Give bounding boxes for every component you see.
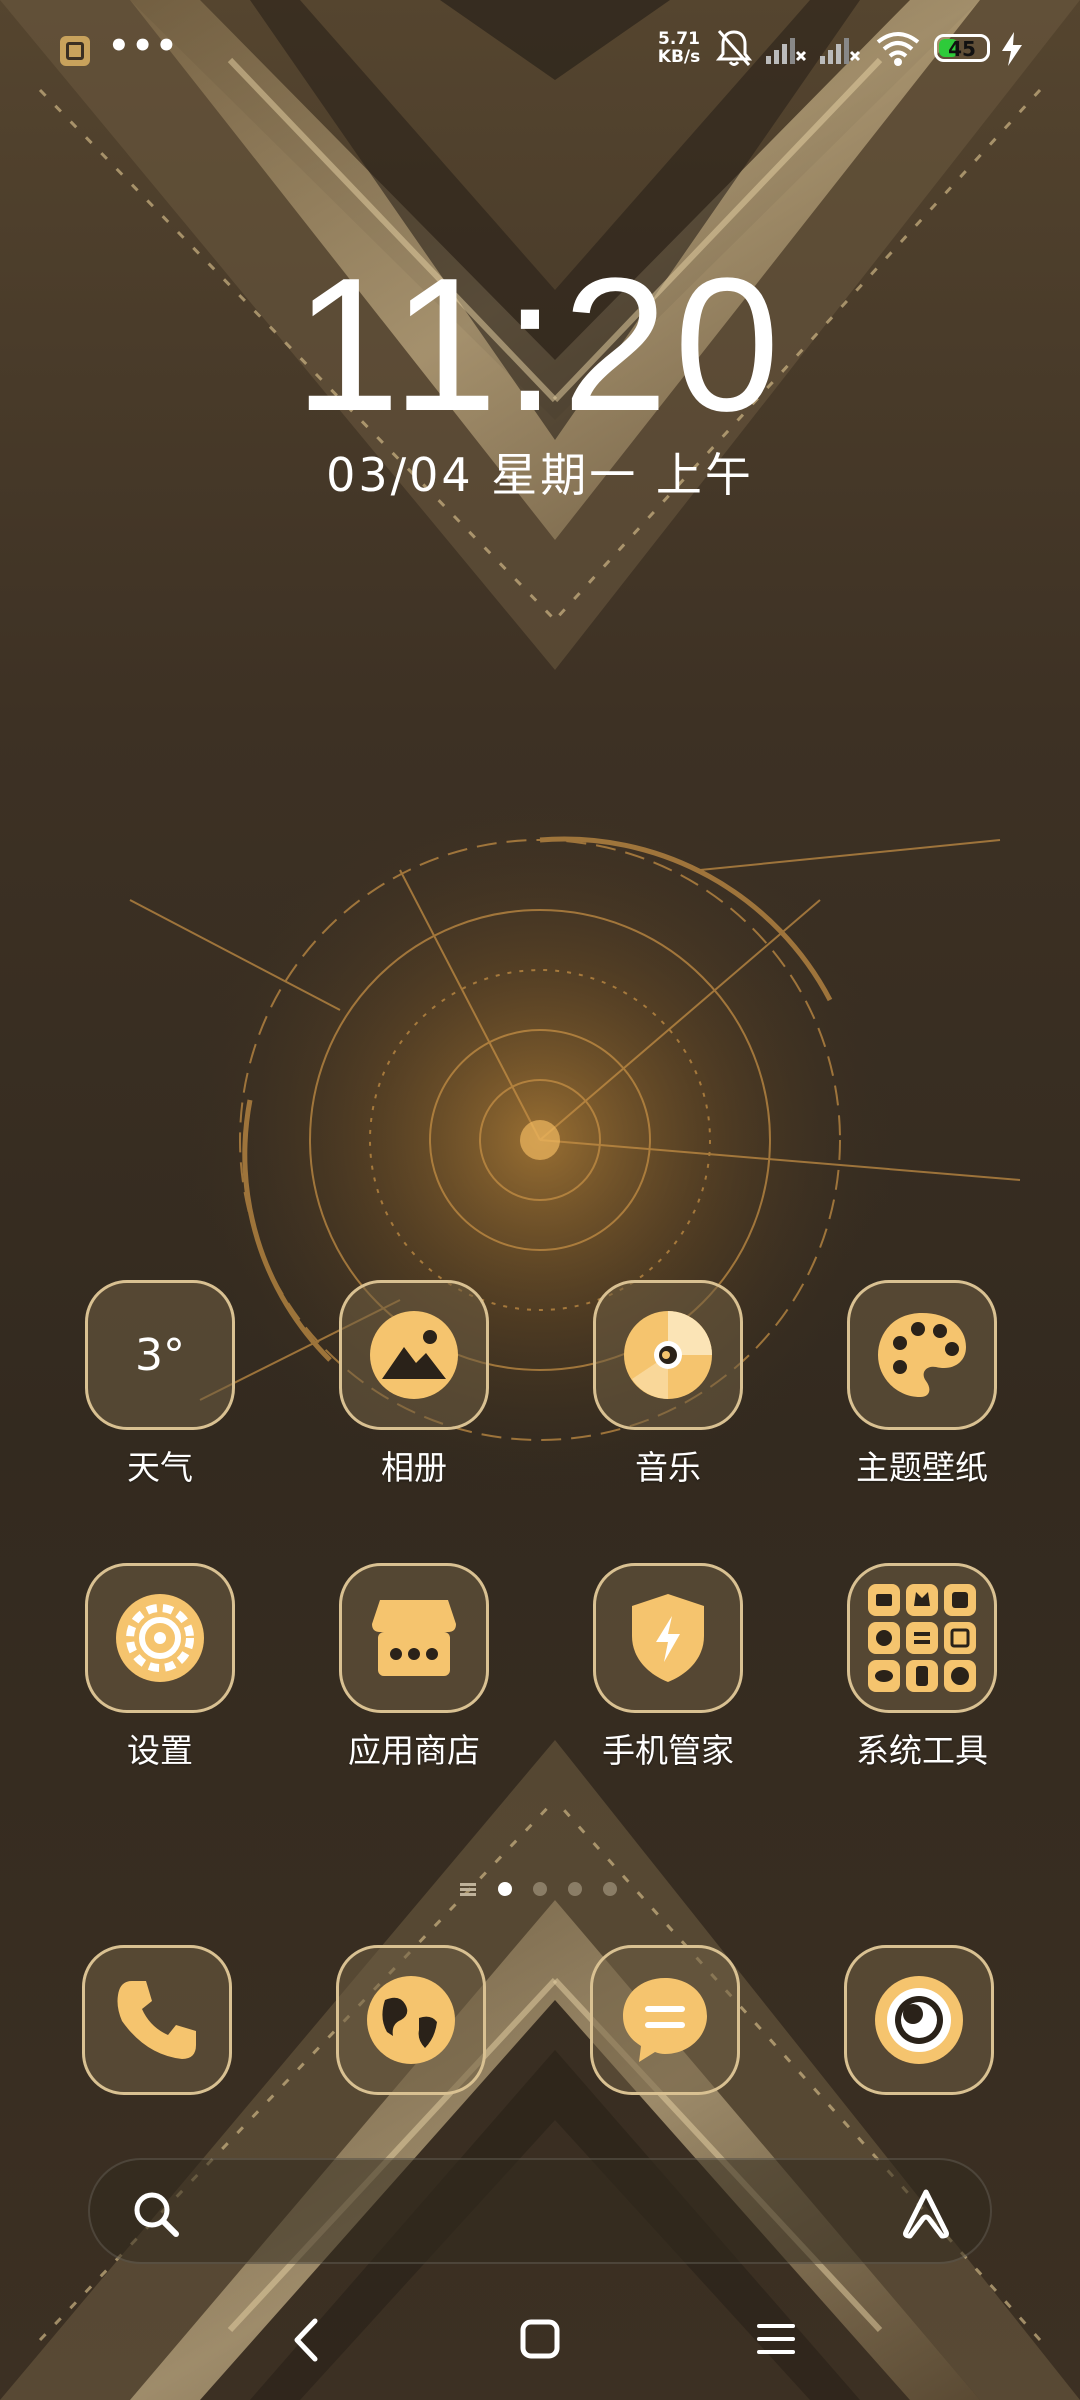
page-indicator[interactable]: [0, 1875, 1080, 1905]
clock-date: 03/04 星期一 上午: [326, 448, 754, 502]
dock-camera[interactable]: [819, 1945, 1019, 2100]
search-bar[interactable]: [88, 2158, 992, 2264]
app-label: 音乐: [635, 1448, 701, 1487]
page-dot[interactable]: [603, 1882, 617, 1896]
navigation-bar: [0, 2290, 1080, 2400]
gallery-icon[interactable]: [339, 1280, 489, 1430]
signal-sim1-icon: [766, 38, 807, 64]
palette-icon[interactable]: [847, 1280, 997, 1430]
dock-phone[interactable]: [57, 1945, 257, 2100]
status-bar: ••• 5.71 KB/s 45: [0, 0, 1080, 100]
weather-icon[interactable]: 3°: [85, 1280, 235, 1430]
clock-time: 11:20: [294, 239, 786, 451]
app-themes[interactable]: 主题壁纸: [822, 1280, 1022, 1510]
browser-icon[interactable]: [336, 1945, 486, 2095]
app-label: 系统工具: [856, 1731, 988, 1770]
charging-bolt-icon: [1002, 32, 1022, 66]
page-dot-active[interactable]: [498, 1882, 512, 1896]
battery-level: 45: [948, 37, 976, 61]
dock-browser[interactable]: [311, 1945, 511, 2100]
app-store[interactable]: 应用商店: [314, 1563, 514, 1793]
music-icon[interactable]: [593, 1280, 743, 1430]
camera-icon[interactable]: [844, 1945, 994, 2095]
app-security[interactable]: 手机管家: [568, 1563, 768, 1793]
messages-icon[interactable]: [590, 1945, 740, 2095]
net-speed-value: 5.71: [658, 29, 700, 49]
app-notification-icon: [60, 36, 90, 66]
app-label: 相册: [381, 1448, 447, 1487]
app-gallery[interactable]: 相册: [314, 1280, 514, 1510]
battery-icon: 45: [934, 34, 990, 62]
app-music[interactable]: 音乐: [568, 1280, 768, 1510]
page-dot[interactable]: [568, 1882, 582, 1896]
net-speed: 5.71 KB/s: [655, 30, 703, 66]
app-system-tools[interactable]: 系统工具: [822, 1563, 1022, 1793]
app-label: 手机管家: [602, 1731, 734, 1770]
recents-icon[interactable]: [755, 2318, 797, 2360]
app-settings[interactable]: 设置: [60, 1563, 260, 1793]
security-shield-icon[interactable]: [593, 1563, 743, 1713]
page-list-icon: [460, 1883, 476, 1896]
net-speed-unit: KB/s: [657, 47, 701, 67]
home-icon[interactable]: [519, 2318, 561, 2360]
page-dot[interactable]: [533, 1882, 547, 1896]
app-label: 应用商店: [348, 1731, 480, 1770]
weather-temp: 3°: [135, 1329, 185, 1381]
app-label: 主题壁纸: [856, 1448, 988, 1487]
app-store-icon[interactable]: [339, 1563, 489, 1713]
back-icon[interactable]: [285, 2315, 325, 2365]
signal-sim2-icon: [820, 38, 861, 64]
settings-gear-icon[interactable]: [85, 1563, 235, 1713]
search-icon[interactable]: [132, 2190, 182, 2240]
system-tools-folder-icon[interactable]: [847, 1563, 997, 1713]
wifi-icon: [876, 32, 920, 66]
phone-icon[interactable]: [82, 1945, 232, 2095]
app-label: 设置: [127, 1731, 193, 1770]
dock-messages[interactable]: [565, 1945, 765, 2100]
mute-bell-icon: [716, 30, 752, 66]
app-label: 天气: [127, 1448, 193, 1487]
more-dots-icon: •••: [108, 26, 180, 66]
assistant-icon[interactable]: [896, 2188, 956, 2240]
app-weather[interactable]: 3° 天气: [60, 1280, 260, 1510]
